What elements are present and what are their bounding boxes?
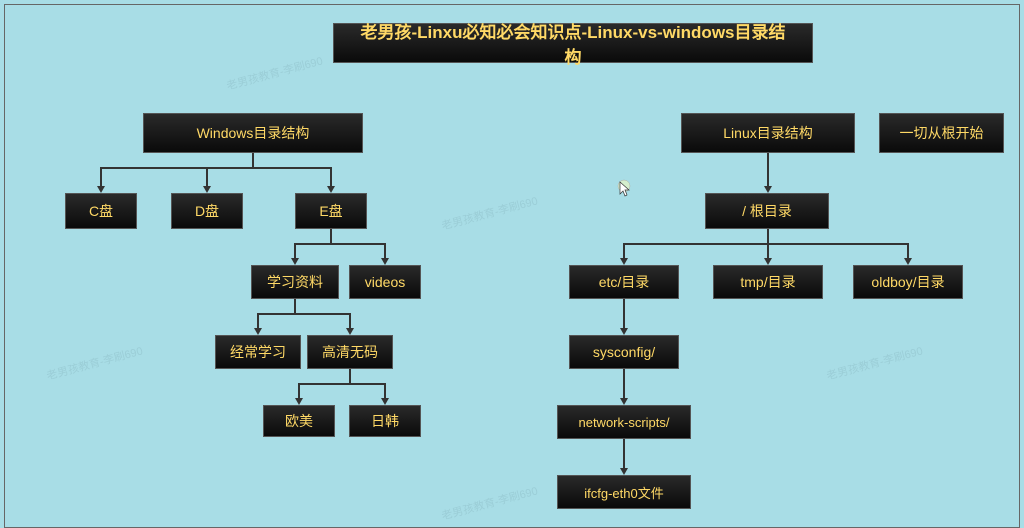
- watermark: 老男孩教育-李刷690: [440, 192, 540, 233]
- study-materials: 学习资料: [251, 265, 339, 299]
- ifcfg-eth0: ifcfg-eth0文件: [557, 475, 691, 509]
- watermark: 老男孩教育-李刷690: [225, 52, 325, 93]
- watermark: 老男孩教育-李刷690: [440, 482, 540, 523]
- c-drive: C盘: [65, 193, 137, 229]
- western: 欧美: [263, 405, 335, 437]
- hd-uncensored: 高清无码: [307, 335, 393, 369]
- e-drive: E盘: [295, 193, 367, 229]
- linux-aside: 一切从根开始: [879, 113, 1004, 153]
- mouse-cursor-icon: [617, 179, 631, 199]
- videos-folder: videos: [349, 265, 421, 299]
- title-node: 老男孩-Linxu必知必会知识点-Linux-vs-windows目录结构: [333, 23, 813, 63]
- watermark: 老男孩教育-李刷690: [825, 342, 925, 383]
- tmp-dir: tmp/目录: [713, 265, 823, 299]
- linux-root: Linux目录结构: [681, 113, 855, 153]
- jk: 日韩: [349, 405, 421, 437]
- sysconfig: sysconfig/: [569, 335, 679, 369]
- d-drive: D盘: [171, 193, 243, 229]
- network-scripts: network-scripts/: [557, 405, 691, 439]
- windows-root: Windows目录结构: [143, 113, 363, 153]
- slash-root: / 根目录: [705, 193, 829, 229]
- watermark: 老男孩教育-李刷690: [45, 342, 145, 383]
- often-study: 经常学习: [215, 335, 301, 369]
- oldboy-dir: oldboy/目录: [853, 265, 963, 299]
- etc-dir: etc/目录: [569, 265, 679, 299]
- diagram-canvas: 老男孩-Linxu必知必会知识点-Linux-vs-windows目录结构 Wi…: [4, 4, 1020, 528]
